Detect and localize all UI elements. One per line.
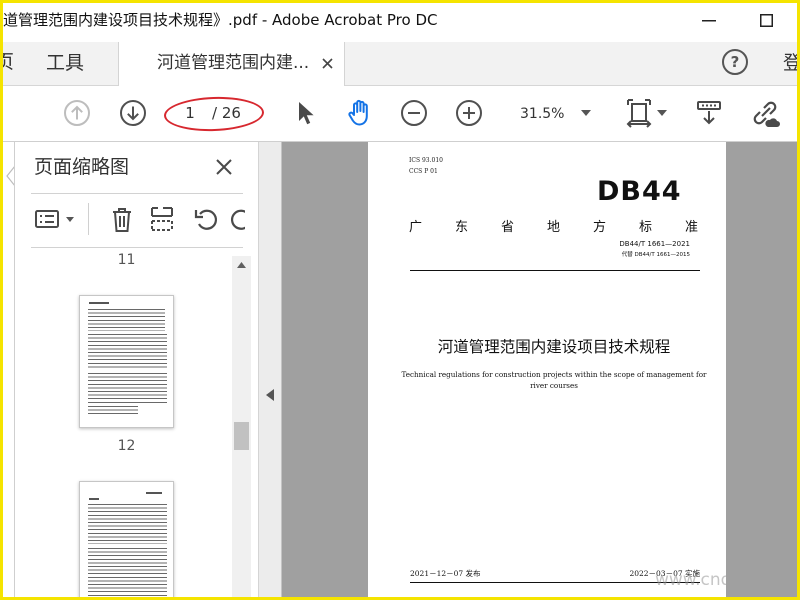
thumbnail-text-block <box>88 406 138 414</box>
panel-splitter[interactable] <box>258 142 282 600</box>
thumbnail-text-block <box>88 334 167 370</box>
page-thumbnails-panel: 页面缩略图 11 12 <box>14 142 258 600</box>
header-rule <box>410 270 700 271</box>
insert-pages-button[interactable] <box>149 206 175 232</box>
chevron-down-icon <box>657 110 667 116</box>
sign-in-button[interactable]: 登 <box>783 52 800 74</box>
previous-page-button[interactable] <box>63 99 91 127</box>
scroll-thumb[interactable] <box>234 422 249 450</box>
ccs-code: CCS P 01 <box>409 168 438 175</box>
scroll-mode-button[interactable] <box>695 99 723 127</box>
standard-logo: DB44 <box>597 176 682 207</box>
maximize-icon <box>760 14 773 27</box>
thumbnail-text-block <box>88 504 167 544</box>
thumbnail-label: 11 <box>117 252 136 268</box>
watermark: www.cnd <box>655 570 726 590</box>
select-tool-button[interactable] <box>294 100 316 126</box>
thumbnail-scrollbar[interactable] <box>232 256 251 600</box>
next-page-button[interactable] <box>119 99 147 127</box>
scroll-mode-icon <box>697 101 721 125</box>
thumbnail-options-button[interactable] <box>35 210 59 228</box>
thumbnail-options-caret[interactable] <box>66 217 74 222</box>
zoom-out-button[interactable] <box>400 99 428 127</box>
replaces-number: 代替 DB44/T 1661—2015 <box>621 252 690 258</box>
thumbnail-heading <box>89 302 109 304</box>
tab-bar: 页 工具 河道管理范围内建... ? 登 <box>0 42 800 86</box>
delete-pages-button[interactable] <box>111 207 133 233</box>
minimize-button[interactable] <box>702 20 716 22</box>
minimize-icon <box>702 20 716 22</box>
thumbnail-text-block <box>88 309 165 331</box>
up-arrow-circle-icon <box>64 100 90 126</box>
panel-close-button[interactable] <box>216 159 232 175</box>
rotate-counterclockwise-button[interactable] <box>193 206 219 232</box>
cursor-arrow-icon <box>299 102 314 125</box>
rotate-counterclockwise-icon <box>194 209 218 230</box>
main-toolbar: / 26 31.5% <box>0 86 800 142</box>
document-title-en-line: river courses <box>530 381 578 390</box>
close-icon <box>322 58 333 69</box>
toolbar-separator <box>88 203 89 235</box>
tab-home[interactable]: 页 <box>0 51 14 73</box>
close-tab-button[interactable] <box>322 58 333 69</box>
share-link-button[interactable] <box>750 99 782 129</box>
hand-icon <box>348 99 368 126</box>
rotate-clockwise-icon <box>230 209 245 230</box>
hand-tool-button[interactable] <box>345 98 375 128</box>
issuer-heading: 广东省地方标准 <box>409 220 726 235</box>
document-page[interactable]: ICS 93.010 CCS P 01 DB44 广东省地方标准 DB44/T … <box>368 142 726 600</box>
help-button[interactable]: ? <box>722 49 748 75</box>
scroll-up-button[interactable] <box>237 262 246 268</box>
rotate-clockwise-button[interactable] <box>229 206 245 232</box>
chevron-left-icon <box>266 389 274 401</box>
window-title: 道管理范围内建设项目技术规程》.pdf - Adobe Acrobat Pro … <box>3 11 438 29</box>
tab-tools[interactable]: 工具 <box>46 52 84 74</box>
zoom-select[interactable]: 31.5% <box>508 99 602 129</box>
issue-date: 2021－12－07 发布 <box>410 569 481 578</box>
collapse-panel-button[interactable] <box>266 389 274 401</box>
down-arrow-circle-icon <box>120 100 146 126</box>
link-cloud-icon <box>753 101 780 127</box>
zoom-dropdown-caret[interactable] <box>581 110 591 116</box>
page-fit-button[interactable] <box>625 98 653 128</box>
document-title-en-line: Technical regulations for construction p… <box>401 370 707 379</box>
zoom-value: 31.5% <box>520 106 565 122</box>
document-title-en: Technical regulations for construction p… <box>399 369 709 391</box>
thumbnail-heading <box>89 498 99 500</box>
thumbnail-label: 12 <box>117 438 136 454</box>
plus-circle-icon <box>456 100 482 126</box>
insert-pages-icon <box>151 207 173 231</box>
document-title-cn: 河道管理范围内建设项目技术规程 <box>437 338 671 356</box>
thumbnail-toolbar <box>31 200 245 238</box>
tab-document[interactable]: 河道管理范围内建... <box>118 42 345 86</box>
chevron-up-icon <box>237 262 246 268</box>
trash-icon <box>113 208 131 232</box>
ics-code: ICS 93.010 <box>409 157 443 164</box>
title-bar: 道管理范围内建设项目技术规程》.pdf - Adobe Acrobat Pro … <box>0 0 800 42</box>
minus-circle-icon <box>401 100 427 126</box>
document-tab-label: 河道管理范围内建... <box>157 53 310 73</box>
page-fit-dropdown-caret[interactable] <box>657 110 667 116</box>
page-thumbnail[interactable] <box>79 481 174 600</box>
thumbnail-heading <box>146 492 162 494</box>
zoom-in-button[interactable] <box>455 99 483 127</box>
panel-title: 页面缩略图 <box>34 156 130 178</box>
maximize-button[interactable] <box>760 14 773 27</box>
panel-divider <box>31 193 243 194</box>
thumbnail-text-block <box>88 373 167 403</box>
thumbnail-text-block <box>88 548 167 598</box>
close-icon <box>216 159 232 175</box>
standard-number: DB44/T 1661—2021 <box>619 240 690 248</box>
chevron-down-icon <box>66 217 74 222</box>
fit-page-icon <box>626 99 652 128</box>
options-menu-icon <box>35 210 59 228</box>
page-thumbnail[interactable] <box>79 295 174 428</box>
chevron-down-icon <box>581 110 591 116</box>
panel-divider <box>31 247 243 248</box>
